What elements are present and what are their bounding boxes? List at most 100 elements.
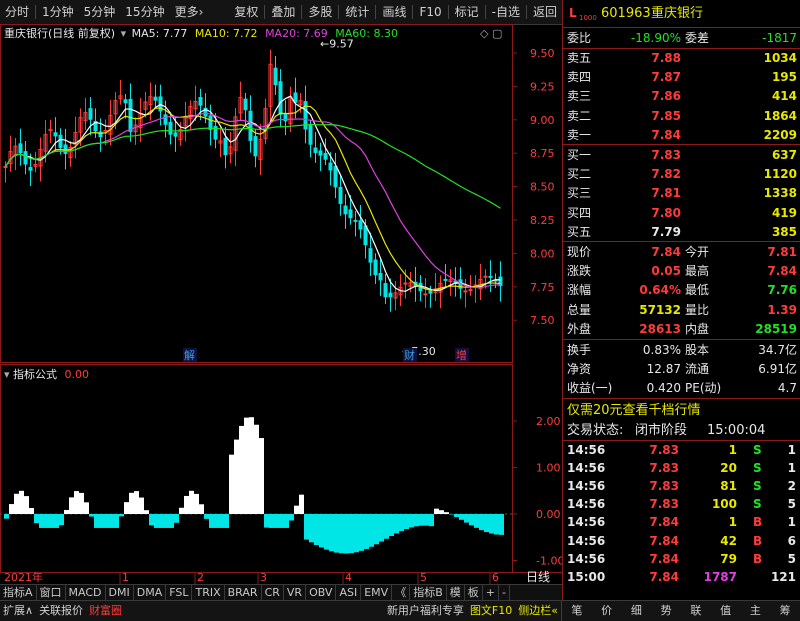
indicator-tab[interactable]: 《 [392,585,410,601]
fundamental-row: 收益(一)0.420PE(动)4.7 [563,379,800,398]
panel-tab[interactable]: 筹 [777,601,794,621]
indicator-tab[interactable]: VR [284,585,306,601]
bid-row[interactable]: 买五7.79385 [563,223,800,242]
weibi-value: -18.90% [617,29,681,48]
event-marker[interactable]: 财 [404,348,415,362]
indicator-tab[interactable]: MACD [66,585,106,601]
tab-15min[interactable]: 15分钟 [120,0,169,24]
new-user-promo-link[interactable]: 新用户福利专享 [384,601,467,621]
draw-line-button[interactable]: 画线 [377,0,411,24]
promo-row[interactable]: 仅需20元查看千档行情 [563,401,800,420]
ask-row[interactable]: 卖三7.86414 [563,87,800,106]
expand-button[interactable]: 扩展∧ [0,601,36,621]
indicator-tick-label: -1.00 [536,555,562,568]
settings-diamond-icon[interactable]: ◇ ▢ [480,27,502,40]
bid-row[interactable]: 买一7.83637 [563,146,800,165]
candle-body [19,144,22,153]
tick-row: 14:567.8442B6 [563,532,800,551]
more-periods-button[interactable]: 更多› [170,0,209,24]
indicator-tab[interactable]: 窗口 [37,585,66,601]
indicator-tab[interactable]: BRAR [225,585,262,601]
indicator-tab[interactable]: 板 [465,585,483,601]
tab-timeshare[interactable]: 分时 [0,0,34,24]
statistics-button[interactable]: 统计 [340,0,374,24]
tick-count: 1 [768,459,796,478]
kline-chart[interactable]: 9.509.259.008.758.508.258.007.757.502.00… [0,24,562,584]
panel-tab[interactable]: 主 [747,601,764,621]
panel-tab[interactable]: 联 [687,601,704,621]
indicator-tab[interactable]: ASI [336,585,361,601]
tick-volume: 1787 [693,568,737,587]
bid-row[interactable]: 买四7.80419 [563,204,800,223]
indicator-tab[interactable]: CR [262,585,284,601]
graphic-f10-button[interactable]: 图文F10 [467,601,515,621]
panel-tab[interactable]: 细 [628,601,645,621]
stat-row: 涨幅0.64%最低7.76 [563,281,800,300]
panel-tab[interactable]: 价 [598,601,615,621]
indicator-tab[interactable]: 指标A [0,585,37,601]
candle-body [424,294,427,295]
tick-price: 7.83 [633,459,679,478]
indicator-bar [454,514,459,517]
panel-tab[interactable]: 笔 [568,601,585,621]
indicator-tab[interactable]: EMV [361,585,392,601]
bid-volume: 1120 [713,165,797,184]
candle-body [359,221,362,229]
sidebar-toggle-button[interactable]: 侧边栏« [515,601,561,621]
related-quotes-button[interactable]: 关联报价 [36,601,86,621]
ask-row[interactable]: 卖四7.87195 [563,68,800,87]
bid-row[interactable]: 买三7.811338 [563,184,800,203]
mark-button[interactable]: 标记 [450,0,484,24]
indicator-bar [334,514,339,553]
ma5-label: MA5: 7.77 [132,27,188,40]
adjust-button[interactable]: 复权 [229,0,263,24]
event-marker[interactable]: 增 [456,348,467,362]
chevron-down-icon[interactable]: ▾ [4,368,10,381]
panel-tab[interactable]: 势 [658,601,675,621]
indicator-tab[interactable]: TRIX [192,585,224,601]
indicator-tab[interactable]: 指标B [410,585,447,601]
ask-row[interactable]: 卖二7.851864 [563,107,800,126]
ask-row[interactable]: 卖五7.881034 [563,49,800,68]
candle-body [324,153,327,159]
event-marker[interactable]: 解 [184,348,195,362]
indicator-bar [49,514,54,528]
indicator-tab[interactable]: 模 [447,585,465,601]
bid-row[interactable]: 买二7.821120 [563,165,800,184]
indicator-tab[interactable]: OBV [306,585,336,601]
tick-count: 1 [768,513,796,532]
multi-stock-button[interactable]: 多股 [303,0,337,24]
quote-panel: L 1000 601963 重庆银行 委比 -18.90% 委差 -1817 仅… [562,0,800,600]
panel-tab[interactable]: 值 [717,601,734,621]
indicator-bar [474,514,479,528]
tick-side: S [753,459,762,478]
tab-1min[interactable]: 1分钟 [37,0,79,24]
level-l-icon: L [569,4,577,23]
stat-value: 1.39 [733,301,797,320]
quote-header: L 1000 601963 重庆银行 [563,4,800,23]
remove-watchlist-button[interactable]: -自选 [487,0,525,24]
indicator-tab[interactable]: + [483,585,499,601]
indicator-tab[interactable]: FSL [166,585,192,601]
back-button[interactable]: 返回 [528,0,562,24]
wealth-circle-button[interactable]: 财富圈 [86,601,125,621]
overlay-button[interactable]: 叠加 [266,0,300,24]
indicator-tab[interactable]: DMA [134,585,167,601]
indicator-tick-label: 0.00 [536,508,561,521]
f10-button[interactable]: F10 [414,0,446,24]
tick-time: 14:56 [567,441,605,460]
tab-5min[interactable]: 5分钟 [79,0,121,24]
ask-row[interactable]: 卖一7.842209 [563,126,800,145]
month-label: 4 [345,571,352,584]
period-label[interactable]: 日线 [526,570,550,584]
tick-time: 14:56 [567,550,605,569]
candle-body [124,100,127,103]
indicator-bar [89,514,94,517]
indicator-tab[interactable]: - [499,585,510,601]
chevron-down-icon[interactable]: ▾ [121,27,127,40]
indicator-bar [299,495,304,514]
indicator-tab[interactable]: DMI [106,585,134,601]
promo-text[interactable]: 仅需20元查看千档行情 [567,401,701,420]
candle-body [489,276,492,277]
indicator-bar [149,514,154,525]
